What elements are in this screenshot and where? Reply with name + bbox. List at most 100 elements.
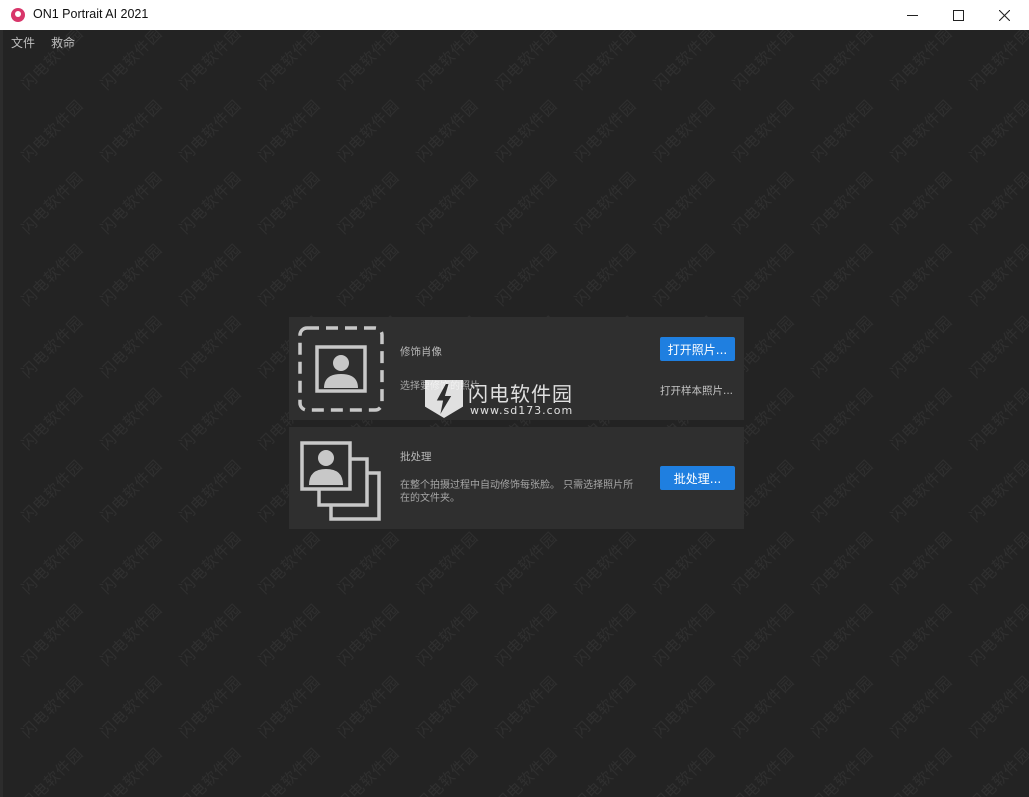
- watermark-text: 闪电软件园: [807, 312, 878, 382]
- batch-process-title: 批处理: [400, 451, 432, 463]
- watermark-text: 闪电软件园: [649, 240, 720, 310]
- watermark-logo: 闪电软件园 www.sd173.com: [425, 378, 595, 420]
- watermark-text: 闪电软件园: [807, 456, 878, 526]
- batch-process-card[interactable]: 批处理 在整个拍摄过程中自动修饰每张脸。 只需选择照片所在的文件夹。 批处理..…: [289, 427, 744, 529]
- menu-help[interactable]: 救命: [51, 34, 75, 51]
- watermark-text: 闪电软件园: [412, 744, 483, 797]
- open-photo-button[interactable]: 打开照片...: [660, 337, 735, 361]
- watermark-text: 闪电软件园: [965, 744, 1029, 797]
- watermark-text: 闪电软件园: [965, 600, 1029, 670]
- menu-file[interactable]: 文件: [11, 34, 35, 51]
- watermark-text: 闪电软件园: [96, 672, 167, 742]
- watermark-text: 闪电软件园: [728, 240, 799, 310]
- watermark-text: 闪电软件园: [175, 240, 246, 310]
- batch-process-description: 在整个拍摄过程中自动修饰每张脸。 只需选择照片所在的文件夹。: [400, 480, 634, 504]
- open-sample-photo-link[interactable]: 打开样本照片...: [660, 383, 733, 398]
- watermark-text: 闪电软件园: [728, 96, 799, 166]
- watermark-text: 闪电软件园: [807, 240, 878, 310]
- watermark-text: 闪电软件园: [570, 600, 641, 670]
- watermark-text: 闪电软件园: [175, 600, 246, 670]
- watermark-text: 闪电软件园: [965, 240, 1029, 310]
- watermark-text: 闪电软件园: [965, 384, 1029, 454]
- watermark-text: 闪电软件园: [17, 600, 88, 670]
- watermark-text: 闪电软件园: [728, 528, 799, 598]
- watermark-text: 闪电软件园: [728, 744, 799, 797]
- watermark-text: 闪电软件园: [412, 240, 483, 310]
- watermark-text: 闪电软件园: [333, 96, 404, 166]
- watermark-text: 闪电软件园: [491, 168, 562, 238]
- watermark-text: 闪电软件园: [17, 96, 88, 166]
- watermark-text: 闪电软件园: [333, 600, 404, 670]
- watermark-text: 闪电软件园: [728, 168, 799, 238]
- watermark-logo-url: www.sd173.com: [470, 404, 574, 417]
- watermark-text: 闪电软件园: [570, 672, 641, 742]
- watermark-text: 闪电软件园: [175, 528, 246, 598]
- watermark-text: 闪电软件园: [570, 240, 641, 310]
- watermark-text: 闪电软件园: [886, 456, 957, 526]
- watermark-text: 闪电软件园: [728, 672, 799, 742]
- watermark-text: 闪电软件园: [17, 528, 88, 598]
- watermark-text: 闪电软件园: [649, 600, 720, 670]
- watermark-text: 闪电软件园: [886, 96, 957, 166]
- watermark-text: 闪电软件园: [807, 528, 878, 598]
- watermark-text: 闪电软件园: [965, 528, 1029, 598]
- watermark-text: 闪电软件园: [96, 168, 167, 238]
- watermark-text: 闪电软件园: [333, 528, 404, 598]
- maximize-icon: [952, 9, 964, 21]
- watermark-text: 闪电软件园: [965, 168, 1029, 238]
- watermark-text: 闪电软件园: [175, 312, 246, 382]
- watermark-text: 闪电软件园: [175, 384, 246, 454]
- watermark-text: 闪电软件园: [17, 168, 88, 238]
- watermark-text: 闪电软件园: [728, 600, 799, 670]
- watermark-text: 闪电软件园: [649, 672, 720, 742]
- minimize-icon: [906, 14, 918, 16]
- watermark-text: 闪电软件园: [807, 384, 878, 454]
- watermark-text: 闪电软件园: [96, 384, 167, 454]
- watermark-text: 闪电软件园: [649, 96, 720, 166]
- watermark-text: 闪电软件园: [886, 240, 957, 310]
- watermark-text: 闪电软件园: [886, 312, 957, 382]
- watermark-text: 闪电软件园: [570, 96, 641, 166]
- watermark-text: 闪电软件园: [412, 528, 483, 598]
- watermark-text: 闪电软件园: [96, 240, 167, 310]
- watermark-text: 闪电软件园: [254, 744, 325, 797]
- watermark-text: 闪电软件园: [807, 168, 878, 238]
- watermark-text: 闪电软件园: [412, 672, 483, 742]
- watermark-text: 闪电软件园: [17, 456, 88, 526]
- watermark-text: 闪电软件园: [175, 456, 246, 526]
- watermark-text: 闪电软件园: [175, 96, 246, 166]
- watermark-text: 闪电软件园: [333, 744, 404, 797]
- close-button[interactable]: [981, 0, 1027, 30]
- watermark-text: 闪电软件园: [570, 168, 641, 238]
- watermark-text: 闪电软件园: [333, 240, 404, 310]
- watermark-text: 闪电软件园: [886, 528, 957, 598]
- watermark-text: 闪电软件园: [649, 168, 720, 238]
- watermark-text: 闪电软件园: [886, 168, 957, 238]
- watermark-text: 闪电软件园: [807, 672, 878, 742]
- watermark-text: 闪电软件园: [965, 96, 1029, 166]
- app-logo-icon: [11, 8, 25, 22]
- watermark-text: 闪电软件园: [254, 528, 325, 598]
- watermark-text: 闪电软件园: [254, 96, 325, 166]
- watermark-text: 闪电软件园: [17, 240, 88, 310]
- watermark-text: 闪电软件园: [175, 672, 246, 742]
- watermark-text: 闪电软件园: [491, 240, 562, 310]
- maximize-button[interactable]: [935, 0, 981, 30]
- minimize-button[interactable]: [889, 0, 935, 30]
- retouch-portrait-title: 修饰肖像: [400, 346, 442, 358]
- watermark-text: 闪电软件园: [491, 96, 562, 166]
- watermark-text: 闪电软件园: [254, 240, 325, 310]
- batch-process-button[interactable]: 批处理...: [660, 466, 735, 490]
- watermark-text: 闪电软件园: [412, 96, 483, 166]
- watermark-text: 闪电软件园: [649, 528, 720, 598]
- watermark-text: 闪电软件园: [886, 672, 957, 742]
- watermark-text: 闪电软件园: [175, 744, 246, 797]
- watermark-text: 闪电软件园: [175, 168, 246, 238]
- app-window: ON1 Portrait AI 2021 文件 救命 闪电软件园 闪电软件园 闪电软…: [0, 0, 1029, 797]
- title-bar[interactable]: ON1 Portrait AI 2021: [0, 0, 1029, 30]
- watermark-text: 闪电软件园: [807, 744, 878, 797]
- watermark-text: 闪电软件园: [491, 528, 562, 598]
- watermark-text: 闪电软件园: [17, 384, 88, 454]
- watermark-text: 闪电软件园: [965, 672, 1029, 742]
- portrait-frame-icon: [298, 326, 384, 412]
